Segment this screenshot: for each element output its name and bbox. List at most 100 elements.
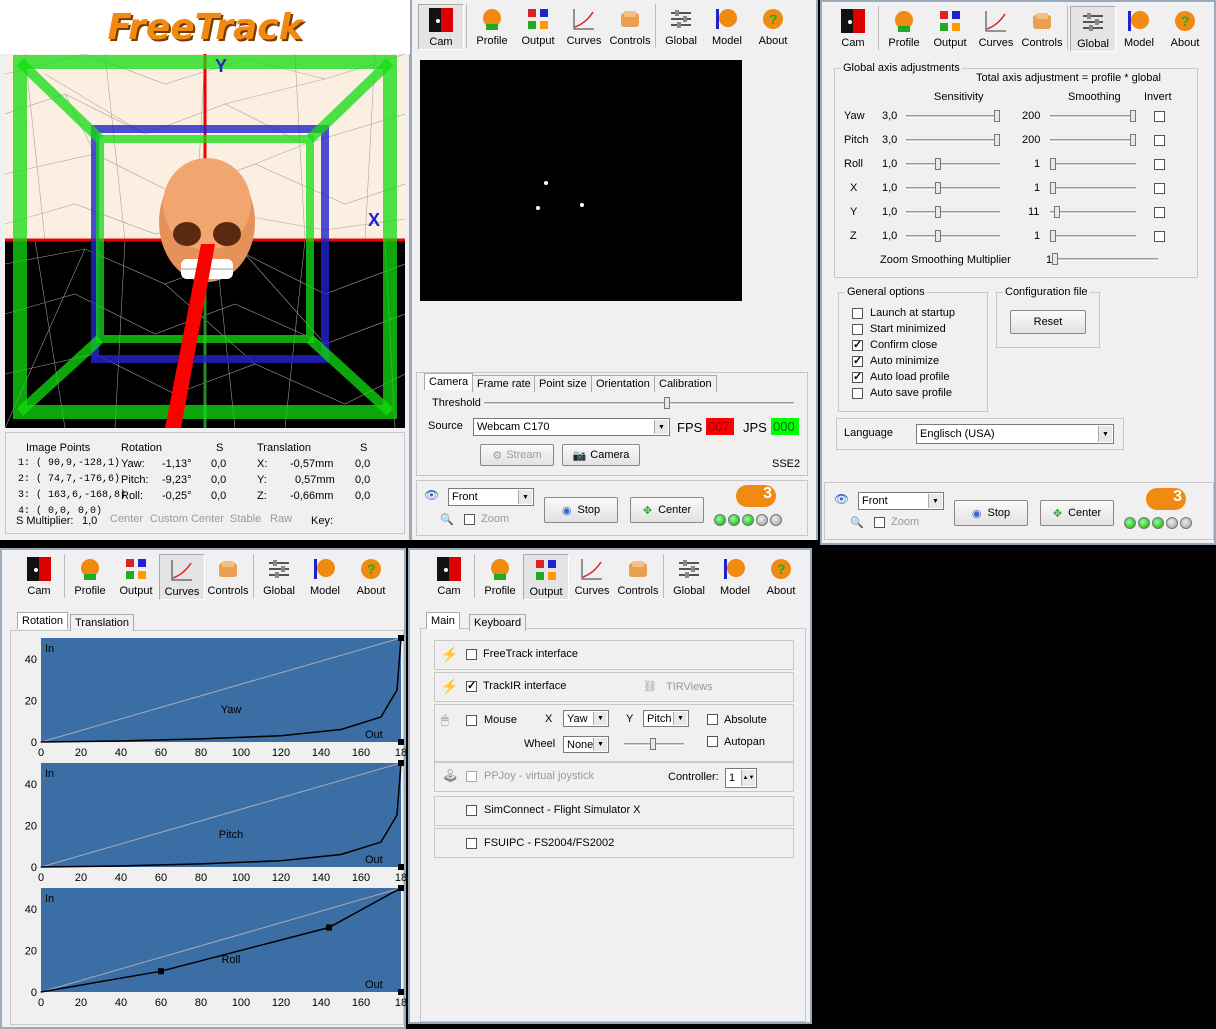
center-button[interactable]: ✥ Center (630, 497, 704, 523)
sensitivity-thumb[interactable] (994, 134, 1000, 146)
tab-cam[interactable]: Cam (16, 554, 62, 600)
ppjoy-checkbox[interactable] (466, 771, 477, 782)
tab-about[interactable]: ? About (348, 554, 394, 600)
threshold-thumb[interactable] (664, 397, 670, 409)
option-checkbox[interactable] (852, 354, 863, 367)
absolute-checkbox[interactable] (707, 714, 718, 725)
tab-cam[interactable]: Cam (418, 4, 464, 50)
sensitivity-track[interactable] (906, 139, 1000, 142)
freetrack-checkbox[interactable] (466, 649, 477, 660)
controller-spinner[interactable]: 1 ▲▼ (725, 768, 757, 788)
mouse-checkbox[interactable] (466, 715, 477, 726)
option-checkbox[interactable] (852, 338, 863, 351)
option-checkbox[interactable] (852, 324, 863, 335)
smoothing-thumb[interactable] (1050, 158, 1056, 170)
tab-orientation[interactable]: Orientation (591, 375, 655, 392)
stream-button[interactable]: ⚙ Stream (480, 444, 554, 466)
invert-checkbox[interactable] (1154, 231, 1165, 242)
smoothing-track[interactable] (1050, 211, 1136, 214)
tab-keyboard[interactable]: Keyboard (469, 614, 527, 631)
tab-controls[interactable]: Controls (615, 554, 661, 600)
reset-button[interactable]: Reset (1010, 310, 1086, 334)
tab-about[interactable]: ? About (758, 554, 804, 600)
tab-profile[interactable]: Profile (67, 554, 113, 600)
sensitivity-thumb[interactable] (994, 110, 1000, 122)
tab-profile[interactable]: Profile (881, 6, 927, 52)
tab-main[interactable]: Main (426, 612, 460, 629)
tab-model[interactable]: Model (704, 4, 750, 50)
option-checkbox[interactable] (852, 308, 863, 319)
tab-point-size[interactable]: Point size (534, 375, 592, 392)
invert-checkbox[interactable] (1154, 207, 1165, 218)
wheel-select[interactable]: None ▼ (563, 736, 609, 753)
tab-output[interactable]: Output (515, 4, 561, 50)
zoom-checkbox[interactable] (874, 517, 885, 528)
mouse-x-select[interactable]: Yaw ▼ (563, 710, 609, 727)
tab-model[interactable]: Model (1116, 6, 1162, 52)
stop-button[interactable]: ◉ Stop (954, 500, 1028, 526)
autopan-checkbox[interactable] (707, 736, 718, 747)
stop-button[interactable]: ◉ Stop (544, 497, 618, 523)
smoothing-track[interactable] (1050, 163, 1136, 166)
tab-global[interactable]: Global (1070, 6, 1116, 52)
tab-camera[interactable]: Camera (424, 373, 474, 390)
tab-cam[interactable]: Cam (830, 6, 876, 52)
tab-frame-rate[interactable]: Frame rate (472, 375, 536, 392)
tab-output[interactable]: Output (113, 554, 159, 600)
zoom-checkbox[interactable] (464, 514, 475, 525)
option-checkbox[interactable] (852, 388, 863, 399)
tab-output[interactable]: Output (523, 554, 569, 600)
sensitivity-thumb[interactable] (935, 158, 942, 170)
tab-calibration[interactable]: Calibration (654, 375, 717, 392)
tab-rotation[interactable]: Rotation (17, 612, 68, 629)
zoom-smoothing-thumb[interactable] (1052, 253, 1058, 265)
wheel-speed-thumb[interactable] (650, 738, 656, 750)
tab-curves[interactable]: Curves (561, 4, 607, 50)
invert-checkbox[interactable] (1154, 111, 1165, 122)
simconnect-checkbox[interactable] (466, 805, 477, 816)
tab-model[interactable]: Model (712, 554, 758, 600)
smoothing-track[interactable] (1050, 235, 1136, 238)
view-select[interactable]: Front ▼ (858, 492, 944, 510)
camera-button[interactable]: 📷 Camera (562, 444, 640, 466)
smoothing-track[interactable] (1050, 115, 1136, 118)
3d-viewport[interactable]: Y X (5, 54, 405, 428)
tab-output[interactable]: Output (927, 6, 973, 52)
sensitivity-thumb[interactable] (935, 182, 942, 194)
invert-checkbox[interactable] (1154, 159, 1165, 170)
mouse-y-select[interactable]: Pitch ▼ (643, 710, 689, 727)
tab-curves[interactable]: Curves (569, 554, 615, 600)
tab-profile[interactable]: Profile (477, 554, 523, 600)
tab-global[interactable]: Global (658, 4, 704, 50)
curves-charts[interactable]: InOutYaw402000 20 40 60 80 100 120 140 160 18InOu… (2, 634, 406, 1014)
tab-global[interactable]: Global (666, 554, 712, 600)
center-button[interactable]: ✥ Center (1040, 500, 1114, 526)
smoothing-thumb[interactable] (1050, 230, 1056, 242)
invert-checkbox[interactable] (1154, 183, 1165, 194)
sensitivity-track[interactable] (906, 211, 1000, 214)
tab-model[interactable]: Model (302, 554, 348, 600)
smoothing-thumb[interactable] (1054, 206, 1060, 218)
smoothing-thumb[interactable] (1130, 110, 1136, 122)
sensitivity-track[interactable] (906, 163, 1000, 166)
threshold-track[interactable] (484, 402, 794, 405)
sensitivity-track[interactable] (906, 235, 1000, 238)
zoom-smoothing-track[interactable] (1052, 258, 1158, 261)
view-select[interactable]: Front ▼ (448, 488, 534, 506)
language-select[interactable]: Englisch (USA) ▼ (916, 424, 1114, 444)
tab-controls[interactable]: Controls (1019, 6, 1065, 52)
tab-controls[interactable]: Controls (205, 554, 251, 600)
smoothing-track[interactable] (1050, 139, 1136, 142)
tab-controls[interactable]: Controls (607, 4, 653, 50)
tab-cam[interactable]: Cam (426, 554, 472, 600)
tab-curves[interactable]: Curves (973, 6, 1019, 52)
sensitivity-track[interactable] (906, 115, 1000, 118)
tab-about[interactable]: ? About (1162, 6, 1208, 52)
tab-profile[interactable]: Profile (469, 4, 515, 50)
tab-global[interactable]: Global (256, 554, 302, 600)
trackir-checkbox[interactable] (466, 679, 477, 692)
sensitivity-thumb[interactable] (935, 230, 942, 242)
sensitivity-thumb[interactable] (935, 206, 942, 218)
smoothing-thumb[interactable] (1050, 182, 1056, 194)
tab-translation[interactable]: Translation (70, 614, 135, 631)
